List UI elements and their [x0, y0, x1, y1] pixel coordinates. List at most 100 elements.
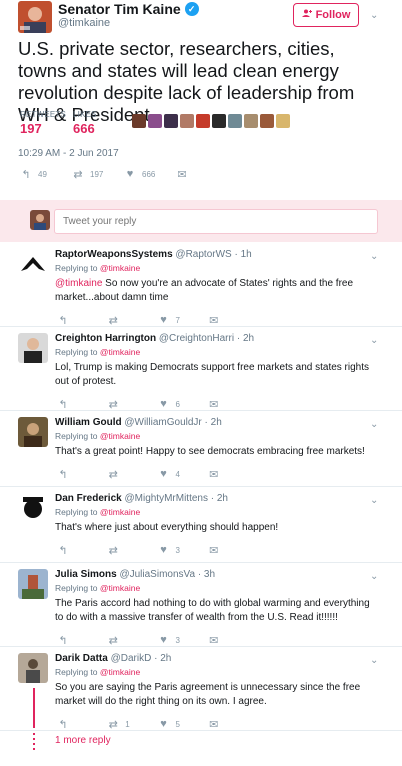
reply-input[interactable]: [54, 209, 378, 234]
reply-author-handle[interactable]: @MightyMrMittens: [124, 493, 208, 504]
retweet-action[interactable]: ⇄: [107, 634, 157, 647]
chevron-down-icon[interactable]: ⌄: [370, 571, 382, 582]
chevron-down-icon[interactable]: ⌄: [370, 495, 382, 506]
reply-avatar[interactable]: [18, 569, 48, 599]
retweet-action[interactable]: ⇄: [107, 398, 157, 411]
reply-action[interactable]: ↰: [57, 544, 107, 557]
reply-action[interactable]: ↰: [57, 314, 107, 327]
retweets-stat[interactable]: RETWEETS 197: [20, 110, 66, 136]
liker-avatar[interactable]: [180, 114, 194, 128]
chevron-down-icon[interactable]: ⌄: [370, 655, 382, 666]
reply-avatar[interactable]: [18, 653, 48, 683]
reply-author-name[interactable]: Darik Datta: [55, 653, 108, 664]
reply-time[interactable]: · 2h: [205, 417, 222, 428]
liker-avatar[interactable]: [132, 114, 146, 128]
replying-to-link[interactable]: @timkaine: [100, 431, 140, 441]
reply-author-name[interactable]: Creighton Harrington: [55, 333, 156, 344]
retweet-action[interactable]: ⇄: [107, 544, 157, 557]
reply-tweet[interactable]: RaptorWeaponsSystems @RaptorWS · 1h ⌄ Re…: [0, 243, 402, 327]
liker-avatar[interactable]: [276, 114, 290, 128]
reply-avatar[interactable]: [18, 493, 48, 523]
reply-time[interactable]: · 3h: [198, 569, 215, 580]
reply-time[interactable]: · 2h: [154, 653, 171, 664]
reply-tweet[interactable]: Creighton Harrington @CreightonHarri · 2…: [0, 327, 402, 411]
follow-button[interactable]: Follow: [293, 3, 359, 27]
replying-to-link[interactable]: @timkaine: [100, 263, 140, 273]
reply-avatar[interactable]: [18, 417, 48, 447]
reply-author-handle[interactable]: @CreightonHarri: [159, 333, 234, 344]
more-replies-link[interactable]: 1 more reply: [55, 735, 111, 746]
like-action[interactable]: ♥ 6: [157, 398, 207, 410]
likes-stat[interactable]: LIKES 666: [73, 110, 97, 136]
liker-avatar[interactable]: [164, 114, 178, 128]
retweet-action[interactable]: ⇄ 197: [72, 168, 124, 181]
liker-avatar[interactable]: [148, 114, 162, 128]
dm-action[interactable]: ✉: [208, 544, 227, 557]
mention-link[interactable]: @timkaine: [55, 278, 102, 289]
like-action[interactable]: ♥ 5: [157, 718, 207, 730]
reply-header: Darik Datta @DarikD · 2h: [55, 653, 171, 664]
reply-time[interactable]: · 1h: [234, 249, 251, 260]
reply-actions: ↰ ⇄ ♥ 6 ✉: [57, 397, 227, 411]
replying-to: Replying to @timkaine: [55, 263, 141, 273]
reply-author-handle[interactable]: @DarikD: [111, 653, 152, 664]
dm-action[interactable]: ✉: [208, 718, 227, 731]
like-action[interactable]: ♥ 4: [157, 468, 207, 480]
dm-action[interactable]: ✉: [208, 398, 227, 411]
reply-author-name[interactable]: William Gould: [55, 417, 122, 428]
author-handle[interactable]: @timkaine: [58, 17, 110, 29]
reply-author-handle[interactable]: @WilliamGouldJr: [124, 417, 201, 428]
reply-time[interactable]: · 2h: [237, 333, 254, 344]
dm-action[interactable]: ✉: [176, 168, 188, 181]
reply-action[interactable]: ↰: [57, 468, 107, 481]
reply-action[interactable]: ↰: [57, 634, 107, 647]
dm-action[interactable]: ✉: [208, 468, 227, 481]
author-avatar[interactable]: [18, 1, 52, 33]
reply-actions: ↰ ⇄ 1 ♥ 5 ✉: [57, 717, 227, 731]
reply-tweet[interactable]: Darik Datta @DarikD · 2h ⌄ Replying to @…: [0, 647, 402, 731]
reply-action[interactable]: ↰: [57, 718, 107, 731]
liker-avatar[interactable]: [196, 114, 210, 128]
like-action[interactable]: ♥ 3: [157, 634, 207, 646]
reply-author-name[interactable]: Dan Frederick: [55, 493, 122, 504]
retweet-action[interactable]: ⇄: [107, 468, 157, 481]
liker-avatar[interactable]: [260, 114, 274, 128]
chevron-down-icon[interactable]: ⌄: [370, 335, 382, 346]
reply-author-name[interactable]: Julia Simons: [55, 569, 117, 580]
reply-author-handle[interactable]: @RaptorWS: [175, 249, 231, 260]
reply-time[interactable]: · 2h: [211, 493, 228, 504]
reply-action[interactable]: ↰: [57, 398, 107, 411]
like-action[interactable]: ♥ 7: [157, 314, 207, 326]
reply-tweet[interactable]: Julia Simons @JuliaSimonsVa · 3h ⌄ Reply…: [0, 563, 402, 647]
reply-tweet[interactable]: Dan Frederick @MightyMrMittens · 2h ⌄ Re…: [0, 487, 402, 563]
liker-avatar[interactable]: [212, 114, 226, 128]
chevron-down-icon[interactable]: ⌄: [370, 10, 382, 21]
reply-text: @timkaine So now you're an advocate of S…: [55, 278, 354, 303]
liker-avatar[interactable]: [244, 114, 258, 128]
reply-actions: ↰ ⇄ ♥ 7 ✉: [57, 313, 227, 327]
dm-action[interactable]: ✉: [208, 314, 227, 327]
reply-avatar[interactable]: [18, 333, 48, 363]
chevron-down-icon[interactable]: ⌄: [370, 251, 382, 262]
reply-avatar[interactable]: [18, 249, 48, 279]
retweet-icon: ⇄: [108, 544, 118, 557]
retweet-action[interactable]: ⇄ 1: [107, 718, 157, 731]
retweet-action[interactable]: ⇄: [107, 314, 157, 327]
reply-author-handle[interactable]: @JuliaSimonsVa: [119, 569, 195, 580]
reply-action[interactable]: ↰ 49: [20, 168, 72, 181]
replying-to-link[interactable]: @timkaine: [100, 507, 140, 517]
heart-icon: ♥: [160, 634, 167, 646]
tweet-timestamp[interactable]: 10:29 AM - 2 Jun 2017: [18, 148, 119, 159]
replying-to-link[interactable]: @timkaine: [100, 347, 140, 357]
reply-tweet[interactable]: William Gould @WilliamGouldJr · 2h ⌄ Rep…: [0, 411, 402, 487]
replying-to-link[interactable]: @timkaine: [100, 583, 140, 593]
like-action[interactable]: ♥ 3: [157, 544, 207, 556]
liker-avatar[interactable]: [228, 114, 242, 128]
author-name[interactable]: Senator Tim Kaine ✓: [58, 1, 199, 17]
reply-author-name[interactable]: RaptorWeaponsSystems: [55, 249, 173, 260]
dm-action[interactable]: ✉: [208, 634, 227, 647]
replying-to-link[interactable]: @timkaine: [100, 667, 140, 677]
heart-icon: ♥: [160, 544, 167, 556]
chevron-down-icon[interactable]: ⌄: [370, 419, 382, 430]
like-action[interactable]: ♥ 666: [124, 168, 176, 180]
